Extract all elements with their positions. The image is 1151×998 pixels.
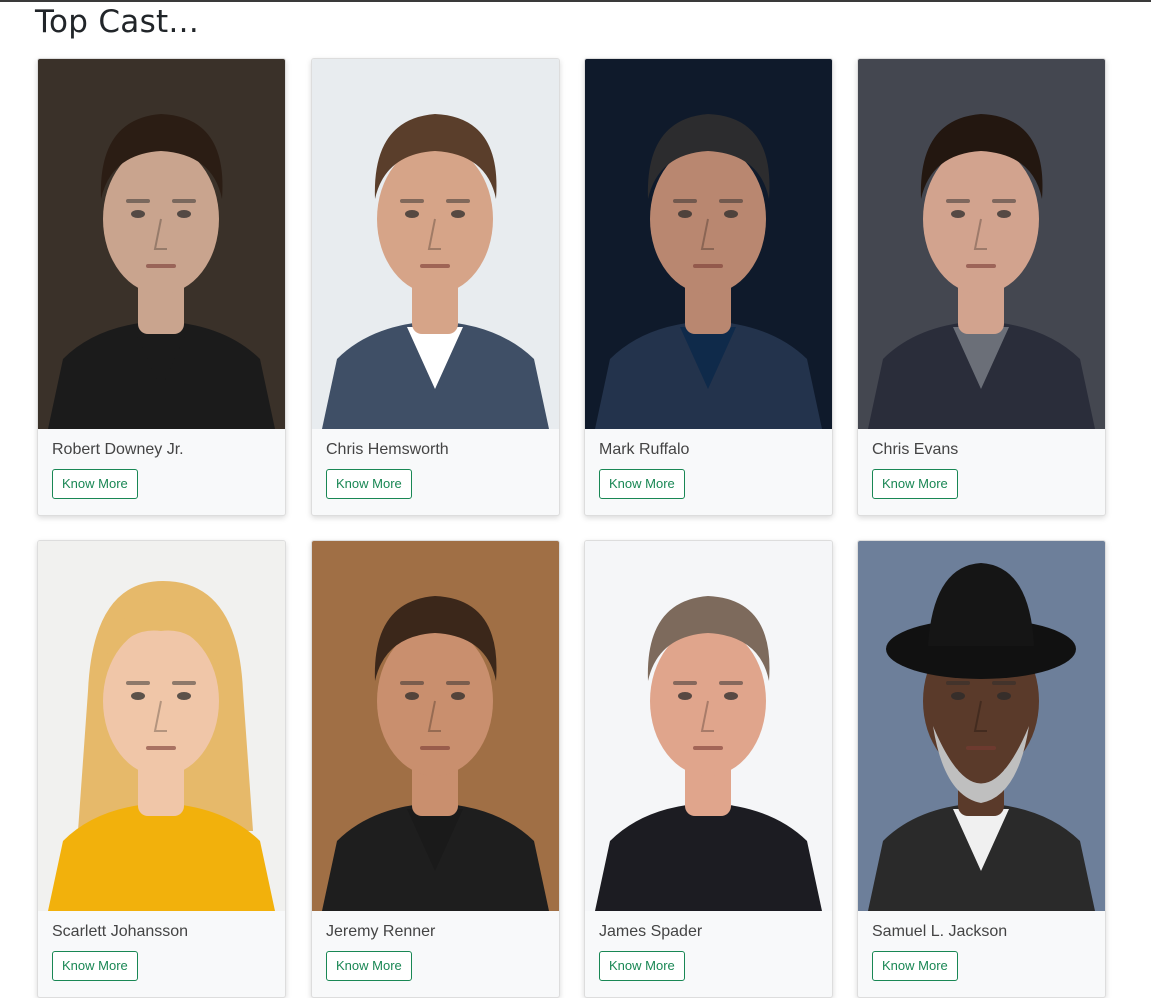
know-more-button[interactable]: Know More: [52, 469, 138, 499]
cast-photo: [585, 541, 832, 911]
cast-card-chris-hemsworth: Chris Hemsworth Know More: [311, 58, 560, 516]
cast-card-mark-ruffalo: Mark Ruffalo Know More: [584, 58, 833, 516]
cast-photo: [585, 59, 832, 429]
cast-name: James Spader: [599, 923, 703, 940]
know-more-button[interactable]: Know More: [872, 469, 958, 499]
know-more-button[interactable]: Know More: [599, 469, 685, 499]
cast-photo: [38, 59, 285, 429]
know-more-button[interactable]: Know More: [52, 951, 138, 981]
cast-name: Chris Evans: [872, 441, 959, 458]
cast-name: Scarlett Johansson: [52, 923, 189, 940]
cast-photo: [858, 59, 1105, 429]
cast-photo: [312, 541, 559, 911]
cast-card-jeremy-renner: Jeremy Renner Know More: [311, 540, 560, 998]
cast-name: Jeremy Renner: [326, 923, 436, 940]
cast-name: Samuel L. Jackson: [872, 923, 1008, 940]
know-more-button[interactable]: Know More: [599, 951, 685, 981]
cast-card-chris-evans: Chris Evans Know More: [857, 58, 1106, 516]
cast-photo: [38, 541, 285, 911]
page-title: Top Cast...: [35, 4, 199, 40]
cast-card-robert-downey-jr: Robert Downey Jr. Know More: [37, 58, 286, 516]
know-more-button[interactable]: Know More: [872, 951, 958, 981]
cast-card-samuel-l-jackson: Samuel L. Jackson Know More: [857, 540, 1106, 998]
cast-name: Mark Ruffalo: [599, 441, 690, 458]
cast-name: Robert Downey Jr.: [52, 441, 184, 458]
know-more-button[interactable]: Know More: [326, 951, 412, 981]
cast-card-scarlett-johansson: Scarlett Johansson Know More: [37, 540, 286, 998]
cast-photo: [858, 541, 1105, 911]
cast-card-james-spader: James Spader Know More: [584, 540, 833, 998]
cast-photo: [312, 59, 559, 429]
cast-name: Chris Hemsworth: [326, 441, 449, 458]
know-more-button[interactable]: Know More: [326, 469, 412, 499]
